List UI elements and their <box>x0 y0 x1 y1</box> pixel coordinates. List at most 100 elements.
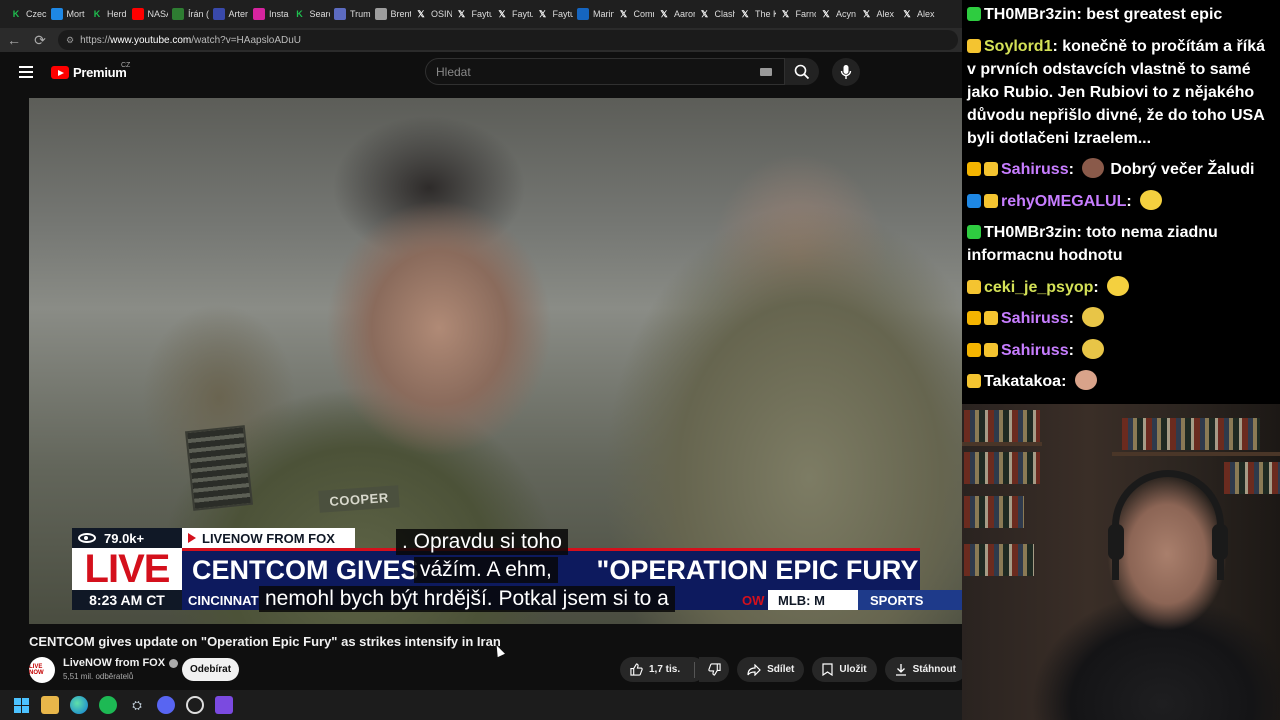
browser-tab-label: Mort <box>66 9 85 19</box>
browser-tab[interactable]: NASA <box>128 0 169 28</box>
browser-tab[interactable]: K Herd <box>87 0 128 28</box>
browser-tab[interactable]: 𝕏 Acyn <box>816 0 857 28</box>
search-button[interactable] <box>785 58 819 85</box>
books <box>1122 418 1260 450</box>
edge-browser-icon[interactable] <box>70 696 88 714</box>
chat-username[interactable]: Takatakoa <box>984 373 1061 390</box>
chat-username[interactable]: TH0MBr3zin <box>984 224 1076 241</box>
caption-line: . Opravdu si toho <box>396 529 568 555</box>
browser-address-bar: ← ⟳ ⚙ https://www.youtube.com/watch?v=HA… <box>0 28 962 52</box>
screen: K Czech Mort K Herd NASA Írán (Arter Insta K Sear… <box>0 0 1280 720</box>
x-icon: 𝕏 <box>741 8 749 19</box>
verified-icon <box>169 658 179 668</box>
tv-icon <box>334 8 346 20</box>
search-input[interactable]: Hledat <box>425 58 785 85</box>
x-icon: 𝕏 <box>498 8 506 19</box>
voice-search-button[interactable] <box>832 58 860 86</box>
browser-tab[interactable]: K Czech <box>6 0 47 28</box>
x-icon: 𝕏 <box>700 8 709 19</box>
chat-badge-icon <box>984 311 998 325</box>
chat-badge-icon <box>984 193 998 208</box>
browser-tab-label: Czech <box>26 9 47 19</box>
discord-icon[interactable] <box>157 696 175 714</box>
browser-tab[interactable]: K Searc <box>290 0 330 28</box>
spotify-icon[interactable] <box>99 696 117 714</box>
browser-tab[interactable]: 𝕏 Clash <box>695 0 736 28</box>
circle-icon <box>212 8 225 20</box>
subscribe-button[interactable]: Odebírat <box>182 658 239 681</box>
youtube-logo[interactable]: Premium <box>51 65 127 80</box>
browser-tab[interactable]: Insta <box>249 0 290 28</box>
chat-username[interactable]: Sahiruss <box>1001 310 1069 327</box>
url-text: https://www.youtube.com/watch?v=HAapsloA… <box>80 34 302 46</box>
download-button[interactable]: Stáhnout <box>884 657 966 682</box>
browser-tab[interactable]: 𝕏 Alex <box>897 0 938 28</box>
chat-message: Soylord1: konečně to pročítám a říká v p… <box>967 35 1276 150</box>
browser-tab-label: Comn <box>633 9 655 19</box>
k-icon: K <box>12 9 20 19</box>
app-grid-icon[interactable] <box>215 696 233 714</box>
caption-line: nemohl bych být hrdější. Potkal jsem si … <box>259 586 675 612</box>
play-triangle-icon <box>188 533 196 543</box>
share-button[interactable]: Sdílet <box>737 657 805 682</box>
save-button[interactable]: Uložit <box>812 657 877 682</box>
chat-username[interactable]: rehyOMEGALUL <box>1001 193 1126 210</box>
steam-icon[interactable]: ⛭ <box>128 696 146 714</box>
browser-tab-label: Clash <box>714 9 736 19</box>
chat-username[interactable]: Soylord1 <box>984 38 1052 55</box>
back-icon[interactable]: ← <box>6 32 22 48</box>
browser-tab[interactable]: Írán ( <box>168 0 209 28</box>
books <box>964 452 1040 484</box>
keyboard-icon[interactable] <box>760 68 772 76</box>
share-label: Sdílet <box>767 664 795 675</box>
chat-emote-icon <box>1082 307 1105 327</box>
browser-tab[interactable]: Marin <box>573 0 614 28</box>
save-label: Uložit <box>839 664 867 675</box>
x-icon: 𝕏 <box>538 8 547 19</box>
headset-earcup <box>1212 524 1228 560</box>
like-button[interactable]: 1,7 tis. <box>620 657 706 682</box>
channel-avatar[interactable]: LIVE NOW <box>29 657 55 683</box>
country-code: CZ <box>121 62 131 69</box>
chat-message: TH0MBr3zin: best greatest epic <box>967 3 1276 26</box>
browser-tab[interactable]: Trum <box>330 0 371 28</box>
browser-tab[interactable]: 𝕏 The K <box>735 0 776 28</box>
chat-username[interactable]: Sahiruss <box>1001 342 1069 359</box>
chat-colon: : <box>1076 6 1087 23</box>
browser-tab[interactable]: 𝕏 Faytu <box>492 0 532 28</box>
browser-tab-label: NASA <box>147 9 169 19</box>
browser-tab[interactable]: Mort <box>47 0 88 28</box>
headline-left: CENTCOM GIVES <box>192 555 419 585</box>
browser-tab[interactable]: 𝕏 OSIN <box>411 0 451 28</box>
obs-icon[interactable] <box>186 696 204 714</box>
chat-username[interactable]: ceki_je_psyop <box>984 279 1093 296</box>
chat-message: Takatakoa: <box>967 370 1276 393</box>
browser-tab[interactable]: 𝕏 Faytu <box>452 0 492 28</box>
windows-start-icon[interactable] <box>12 696 30 714</box>
browser-tab[interactable]: Arter <box>209 0 250 28</box>
menu-icon[interactable] <box>19 66 33 78</box>
thumbs-up-icon <box>630 663 643 676</box>
browser-tab-label: Aaror <box>674 9 695 19</box>
url-field[interactable]: ⚙ https://www.youtube.com/watch?v=HAapsl… <box>58 30 958 50</box>
file-explorer-icon[interactable] <box>41 696 59 714</box>
browser-tab[interactable]: 𝕏 Aaror <box>654 0 695 28</box>
channel-name-row[interactable]: LiveNOW from FOX <box>63 657 179 669</box>
browser-tab[interactable]: 𝕏 Farnc <box>776 0 816 28</box>
dislike-button[interactable] <box>699 657 730 682</box>
books <box>1224 462 1280 494</box>
reload-icon[interactable]: ⟳ <box>32 32 48 49</box>
channel-name[interactable]: LiveNOW from FOX <box>63 657 165 669</box>
chat-emote-icon <box>1074 370 1097 390</box>
site-info-icon[interactable]: ⚙ <box>66 35 74 46</box>
video-player[interactable]: COOPER 79.0k+ LIVENOW FROM FOX LIVE 8:23… <box>29 98 962 624</box>
browser-tab[interactable]: 𝕏 Alex <box>857 0 898 28</box>
browser-tab[interactable]: 𝕏 Faytu <box>533 0 573 28</box>
browser-tab[interactable]: Brent <box>371 0 411 28</box>
browser-tab-label: The K <box>755 9 776 19</box>
search-icon <box>794 64 810 79</box>
chat-username[interactable]: Sahiruss <box>1001 161 1069 178</box>
chat-username[interactable]: TH0MBr3zin <box>984 6 1076 23</box>
browser-tab[interactable]: 𝕏 Comn <box>614 0 655 28</box>
chat-colon: : <box>1093 278 1104 296</box>
